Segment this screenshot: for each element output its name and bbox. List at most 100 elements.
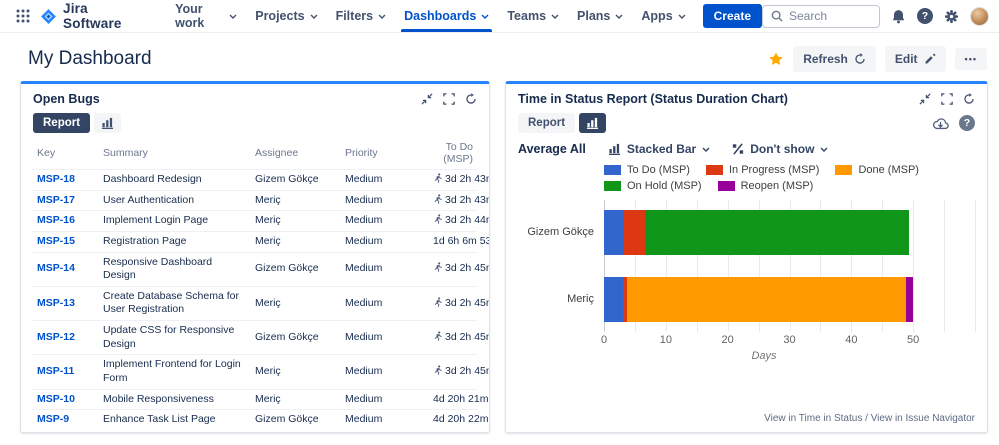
- time-in-status-gadget: Time in Status Report (Status Duration C…: [505, 81, 988, 433]
- jira-brand[interactable]: Jira Software: [40, 1, 148, 31]
- dont-show-dropdown[interactable]: Don't show: [732, 142, 828, 156]
- nav-item-plans[interactable]: Plans: [568, 0, 632, 32]
- search-box[interactable]: [762, 5, 880, 28]
- user-avatar[interactable]: [970, 7, 989, 26]
- pencil-icon: [924, 53, 936, 65]
- issue-todo-duration: 4d 20h 21m 25s: [429, 389, 477, 410]
- col-header-assignee[interactable]: Assignee: [251, 139, 341, 170]
- nav-item-teams[interactable]: Teams: [498, 0, 568, 32]
- col-header-priority[interactable]: Priority: [341, 139, 429, 170]
- view-issue-navigator-link[interactable]: View in Issue Navigator: [871, 413, 975, 424]
- bar-chart-icon: [608, 143, 621, 155]
- issue-key-link[interactable]: MSP-15: [37, 235, 75, 247]
- settings-gear-icon[interactable]: [944, 9, 959, 24]
- legend-item: Done (MSP): [835, 164, 919, 176]
- issue-key-link[interactable]: MSP-9: [37, 413, 69, 425]
- issue-summary: Create Database Schema for User Registra…: [99, 286, 251, 320]
- bar-segment: [604, 277, 623, 322]
- tab-report[interactable]: Report: [518, 113, 575, 133]
- chevron-down-icon: [820, 147, 828, 152]
- table-row: MSP-15Registration PageMeriçMedium1d 6h …: [33, 231, 477, 252]
- issue-todo-duration: 3d 2h 45m 22s: [429, 321, 477, 355]
- chart-type-dropdown[interactable]: Stacked Bar: [608, 142, 710, 156]
- expand-icon[interactable]: [941, 93, 953, 105]
- top-navigation: Jira Software Your work Projects Filters…: [0, 0, 999, 33]
- issue-key-link[interactable]: MSP-18: [37, 173, 75, 185]
- issue-priority: Medium: [341, 252, 429, 286]
- legend-item: In Progress (MSP): [706, 164, 819, 176]
- issue-todo-duration: 4d 20h 22m 19s: [429, 410, 477, 430]
- minimize-icon[interactable]: [919, 93, 931, 105]
- issue-todo-duration: 3d 2h 43m 43s: [429, 190, 477, 211]
- chevron-down-icon: [310, 14, 318, 19]
- search-input[interactable]: [789, 9, 871, 23]
- bar-chart-icon: [586, 117, 599, 129]
- issue-assignee: Gizem Gökçe: [251, 170, 341, 191]
- legend-label: In Progress (MSP): [729, 164, 819, 176]
- x-tick-label: 10: [660, 334, 672, 346]
- issue-key-link[interactable]: MSP-12: [37, 331, 75, 343]
- issue-key-link[interactable]: MSP-11: [37, 365, 74, 377]
- issue-priority: Medium: [341, 211, 429, 232]
- x-tick-label: 40: [845, 334, 857, 346]
- legend-item: On Hold (MSP): [604, 180, 702, 192]
- nav-item-your-work[interactable]: Your work: [166, 0, 246, 32]
- expand-icon[interactable]: [443, 93, 455, 105]
- issue-key-link[interactable]: MSP-10: [37, 393, 75, 405]
- chevron-down-icon: [615, 14, 623, 19]
- issue-todo-duration: 3d 2h 44m 50s: [429, 211, 477, 232]
- time-in-status-title: Time in Status Report (Status Duration C…: [518, 92, 788, 106]
- table-row: MSP-9Enhance Task List PageGizem GökçeMe…: [33, 410, 477, 430]
- table-row: MSP-13 Create Database Schema for User Re…: [33, 286, 477, 320]
- col-header-summary[interactable]: Summary: [99, 139, 251, 170]
- issue-key-link[interactable]: MSP-17: [37, 194, 75, 206]
- favorite-star-icon[interactable]: [768, 51, 784, 67]
- minimize-icon[interactable]: [421, 93, 433, 105]
- refresh-gadget-icon[interactable]: [963, 93, 975, 105]
- edit-button[interactable]: Edit: [885, 46, 946, 72]
- legend-item: Reopen (MSP): [718, 180, 814, 192]
- chart-x-axis: 01020304050: [604, 332, 975, 346]
- view-time-in-status-link[interactable]: View in Time in Status: [764, 413, 862, 424]
- create-button[interactable]: Create: [703, 4, 762, 28]
- notifications-bell-icon[interactable]: [891, 9, 906, 24]
- issue-todo-duration: 3d 2h 43m 19s: [429, 170, 477, 191]
- tab-report[interactable]: Report: [33, 113, 90, 133]
- gadget-help-icon[interactable]: ?: [959, 115, 975, 131]
- refresh-gadget-icon[interactable]: [465, 93, 477, 105]
- tab-chart[interactable]: [579, 113, 606, 133]
- app-switcher-icon[interactable]: [10, 5, 36, 27]
- bar-segment: [645, 210, 910, 255]
- x-tick-label: 0: [601, 334, 607, 346]
- issue-todo-duration: 1d 6h 6m 53s: [429, 231, 477, 252]
- chevron-down-icon: [229, 14, 237, 19]
- open-bugs-table: Key Summary Assignee Priority To Do (MSP…: [33, 139, 477, 430]
- nav-item-dashboards[interactable]: Dashboards: [395, 0, 498, 32]
- legend-label: On Hold (MSP): [627, 180, 702, 192]
- download-cloud-icon[interactable]: [932, 117, 949, 130]
- chevron-down-icon: [678, 14, 686, 19]
- chart-x-axis-title: Days: [604, 346, 924, 362]
- help-icon[interactable]: ?: [917, 8, 933, 24]
- chevron-down-icon: [702, 147, 710, 152]
- category-label: Gizem Gökçe: [518, 210, 594, 255]
- average-all-label[interactable]: Average All: [518, 142, 586, 156]
- col-header-key[interactable]: Key: [33, 139, 99, 170]
- status-duration-chart: To Do (MSP) In Progress (MSP) Done (MSP) On…: [518, 164, 975, 362]
- issue-summary: Update CSS for Responsive Design: [99, 321, 251, 355]
- issue-key-link[interactable]: MSP-13: [37, 297, 75, 309]
- col-header-todo[interactable]: To Do (MSP): [429, 139, 477, 170]
- nav-item-apps[interactable]: Apps: [632, 0, 694, 32]
- nav-item-projects[interactable]: Projects: [246, 0, 326, 32]
- legend-label: To Do (MSP): [627, 164, 690, 176]
- issue-key-link[interactable]: MSP-16: [37, 214, 75, 226]
- issue-priority: Medium: [341, 355, 429, 389]
- more-options-button[interactable]: •••: [955, 48, 987, 70]
- page-title: My Dashboard: [28, 48, 152, 70]
- table-row: MSP-17User AuthenticationMeriçMedium3d 2…: [33, 190, 477, 211]
- issue-key-link[interactable]: MSP-14: [37, 262, 75, 274]
- refresh-button[interactable]: Refresh: [793, 46, 876, 72]
- tab-chart[interactable]: [94, 113, 121, 133]
- nav-item-filters[interactable]: Filters: [327, 0, 396, 32]
- issue-assignee: Gizem Gökçe: [251, 410, 341, 430]
